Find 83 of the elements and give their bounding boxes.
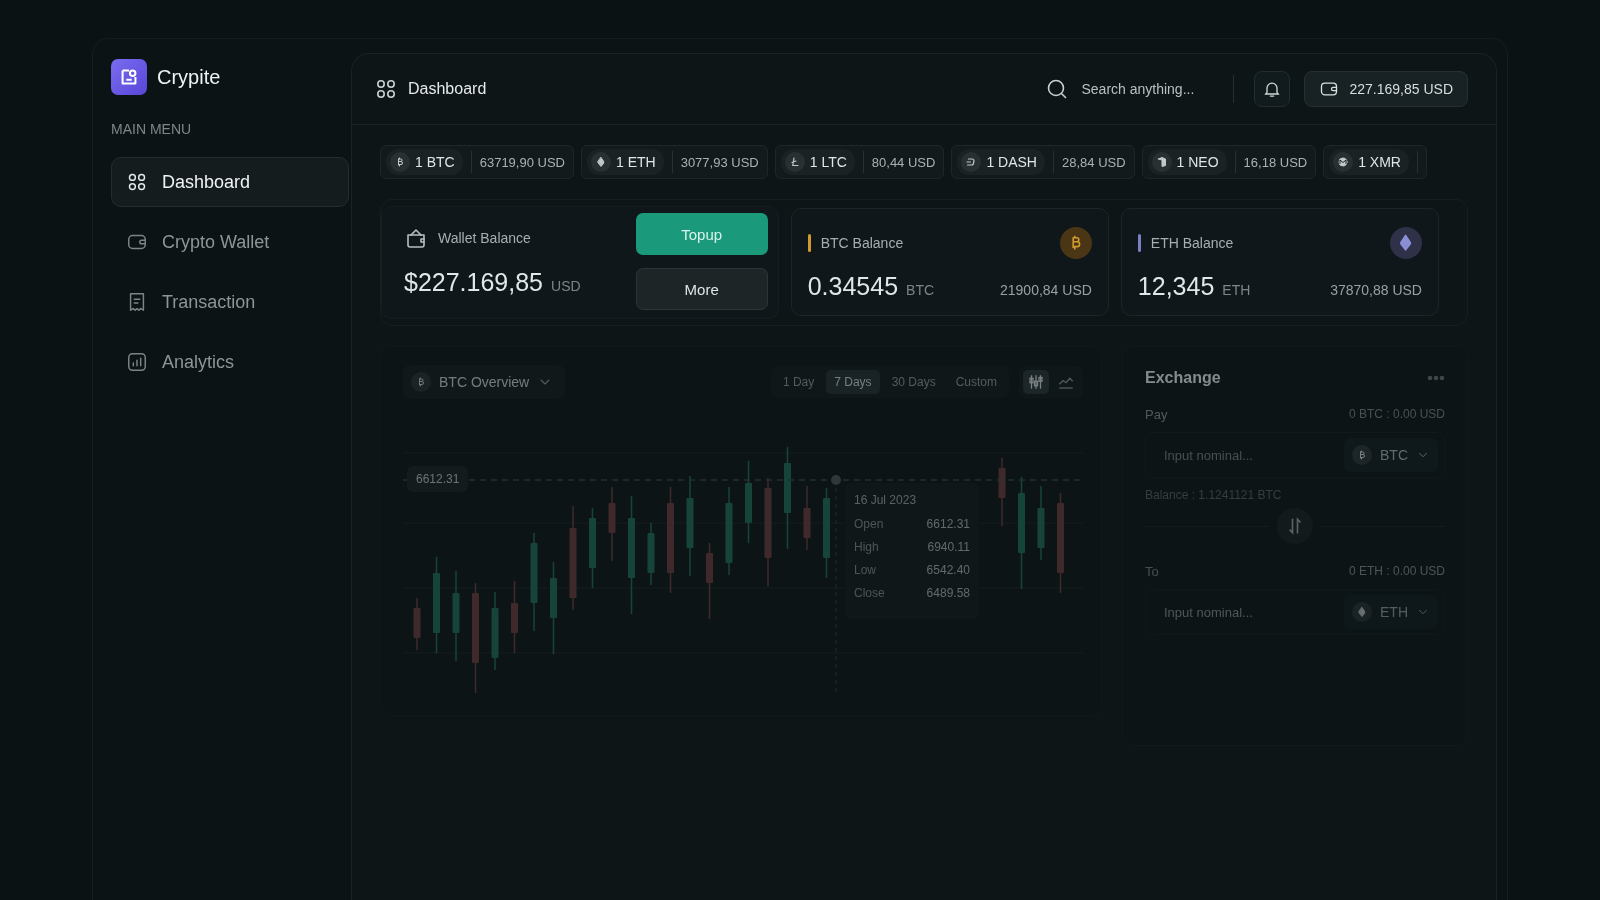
panel-title: Exchange [1145,369,1221,387]
app-name: Crypite [157,65,221,89]
tooltip-label: High [854,540,879,554]
conversion-rate: 0 ETH : 0.00 USD [1348,564,1445,579]
app-logo [111,59,147,95]
bitcoin-icon [411,372,431,392]
ticker-item[interactable]: 1 NEO 16,18 USD [1141,145,1317,179]
currency-unit: BTC [906,282,935,298]
coin-price: 3077,93 USD [680,154,759,170]
wallet-icon [404,226,428,250]
hover-point [831,475,841,485]
coin-amount: 1 ETH [586,149,664,175]
dash-icon [961,152,982,172]
candlestick-icon [1027,373,1045,391]
ticker-item[interactable]: 1 LTC 80,44 USD [774,145,945,179]
card-label: ETH Balance [1150,235,1234,251]
bitcoin-icon [1352,445,1372,465]
ticker-item[interactable]: 1 XMR [1323,145,1427,179]
amount-field[interactable]: Input nominal... BTC [1145,432,1445,478]
tooltip-label: Open [854,517,884,531]
currency-unit: ETH [1222,282,1251,298]
tooltip-value: 6489.58 [926,586,970,600]
nav-item[interactable]: Transaction [111,277,349,327]
coin-price: 28,84 USD [1062,154,1126,170]
grid-icon [126,171,148,193]
price-label: 6612.31 [407,466,469,492]
usd-value: 37870,88 USD [1330,282,1422,298]
monero-icon [1333,152,1354,172]
more-options-button[interactable] [1427,375,1445,381]
grid-icon [374,77,398,101]
search-field[interactable]: Search anything... [1045,77,1214,101]
usd-value: 21900,84 USD [1000,282,1092,298]
coin-price: 16,18 USD [1243,154,1308,170]
tooltip-date: 16 Jul 2023 [854,493,918,507]
ticker-item[interactable]: 1 ETH 3077,93 USD [580,145,768,179]
coin-price: 63719,90 USD [479,154,565,170]
conversion-rate: 0 BTC : 0.00 USD [1348,407,1445,422]
candle [647,522,655,586]
swap-button[interactable] [1277,508,1313,544]
tooltip-value: 6612.31 [926,517,970,531]
candle [803,485,811,551]
ethereum-icon [1390,227,1422,259]
card-label: Wallet Balance [438,230,531,246]
balance-amount: 0.34545 [807,272,899,301]
coin-selector[interactable]: BTC Overview [403,365,566,399]
coin-price: 80,44 USD [871,154,936,170]
currency-unit: USD [551,278,581,294]
litecoin-icon [784,152,805,172]
coin-amount: 1 BTC [386,149,463,175]
neo-icon [1151,152,1172,172]
coin-amount: 1 DASH [957,149,1045,175]
nav-item[interactable]: Crypto Wallet [111,217,349,267]
candle [998,457,1006,527]
ticker-item[interactable]: 1 BTC 63719,90 USD [380,145,574,179]
page-title: Dashboard [408,80,487,98]
notification-button[interactable] [1254,71,1291,107]
coin-amount: 1 NEO [1147,149,1227,175]
bitcoin-icon [1059,227,1092,259]
coin-amount: 1 XMR [1329,149,1409,175]
tooltip-value: 6940.11 [927,540,970,554]
tooltip-label: Low [854,563,876,577]
card-label: BTC Balance [820,235,904,251]
currency-dropdown[interactable]: BTC [1344,438,1438,472]
menu-heading: MAIN MENU [111,121,193,137]
field-label: To [1145,564,1159,579]
tooltip-label: Close [854,586,885,600]
nav-item[interactable]: Dashboard [111,157,349,207]
bitcoin-icon [390,152,410,172]
balance-amount: $227.169,85 [404,268,544,297]
ethereum-icon [1352,602,1372,622]
nav-item[interactable]: Analytics [111,337,349,387]
wallet-balance-button[interactable]: 227.169,85 USD [1304,71,1468,107]
candle [413,597,421,651]
field-label: Pay [1145,407,1168,422]
range-tab[interactable]: 7 Days [826,370,880,394]
chart-icon [126,351,148,373]
balance-amount: 12,345 [1137,272,1215,301]
ticker-item[interactable]: 1 DASH 28,84 USD [951,145,1135,179]
tooltip-value: 6542.40 [926,563,970,577]
more-button[interactable]: More [635,268,768,310]
candlestick-view-button[interactable] [1023,370,1049,394]
coin-amount: 1 LTC [780,149,855,175]
ethereum-icon [590,152,611,172]
